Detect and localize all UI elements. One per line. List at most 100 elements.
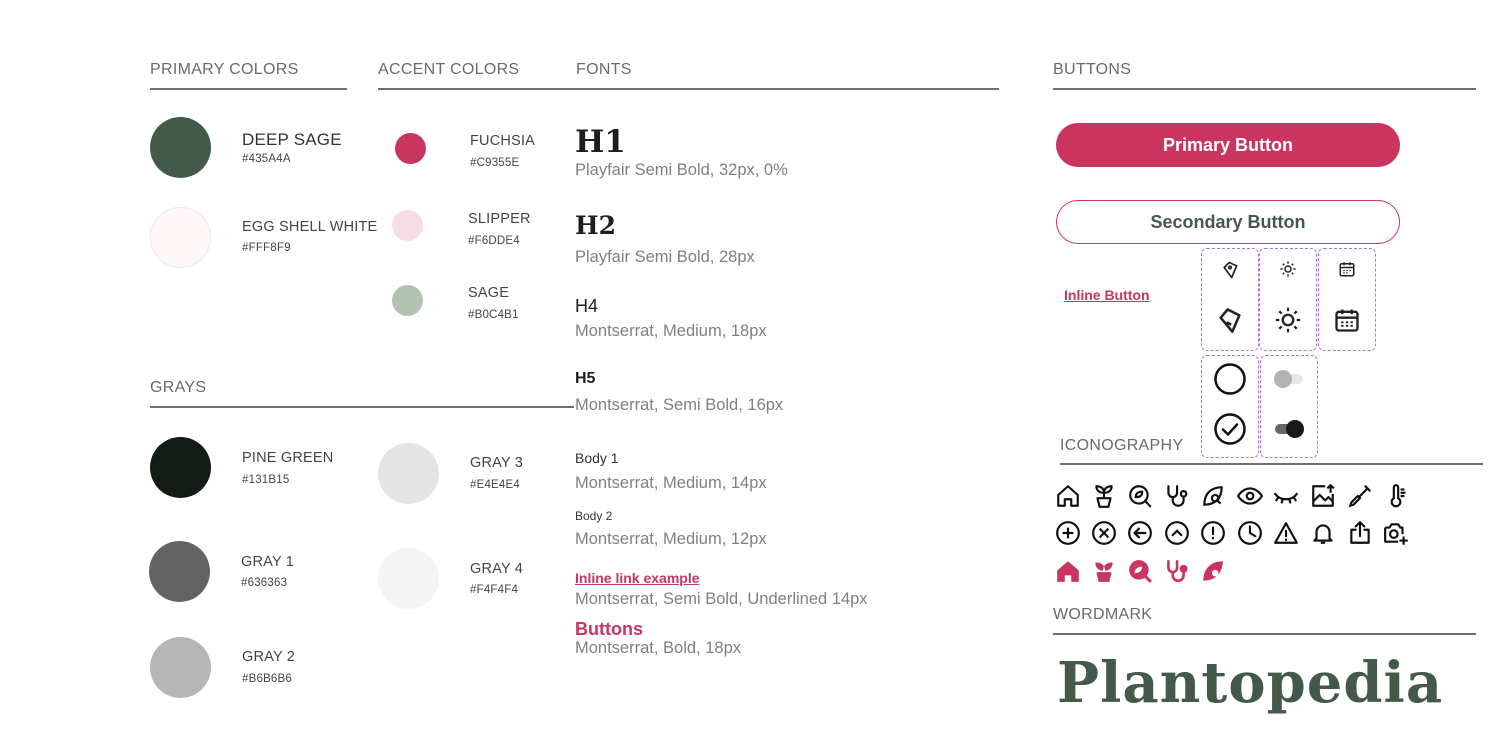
- font-desc-h4: Montserrat, Medium, 18px: [575, 322, 767, 340]
- plant-filled-icon[interactable]: [1091, 558, 1117, 584]
- arrow-up-circle-icon[interactable]: [1164, 520, 1190, 546]
- color-swatch-egg-shell-white: [150, 207, 211, 268]
- section-title-buttons: BUTTONS: [1053, 61, 1132, 78]
- color-hex: #131B15: [242, 474, 290, 486]
- inline-link-example[interactable]: Inline link example: [575, 570, 700, 586]
- divider: [150, 88, 347, 90]
- font-sample-body2: Body 2: [575, 509, 613, 523]
- primary-button[interactable]: Primary Button: [1056, 123, 1400, 167]
- section-title-wordmark: WORDMARK: [1053, 606, 1153, 623]
- font-sample-h5: H5: [575, 370, 596, 387]
- home-filled-icon[interactable]: [1055, 558, 1081, 584]
- color-hex: #435A4A: [242, 153, 291, 165]
- divider: [1060, 463, 1483, 465]
- color-hex: #F4F4F4: [470, 584, 519, 596]
- shovel-icon[interactable]: [1347, 483, 1373, 509]
- color-swatch-pine-green: [150, 437, 211, 498]
- toggle-on[interactable]: [1272, 418, 1306, 445]
- color-hex: #F6DDE4: [468, 235, 520, 247]
- font-desc-h5: Montserrat, Semi Bold, 16px: [575, 396, 784, 414]
- icon-variant-set-calendar: [1318, 248, 1376, 351]
- color-hex: #E4E4E4: [470, 479, 520, 491]
- image-upload-icon[interactable]: [1310, 483, 1336, 509]
- color-hex: #B6B6B6: [242, 673, 292, 685]
- search-leaf-icon[interactable]: [1127, 483, 1153, 509]
- color-swatch-deep-sage: [150, 117, 211, 178]
- color-name: EGG SHELL WHITE: [242, 219, 378, 235]
- home-icon[interactable]: [1055, 483, 1081, 509]
- color-name: PINE GREEN: [242, 450, 334, 466]
- tag-icon[interactable]: [1220, 260, 1240, 285]
- color-name: GRAY 1: [241, 554, 295, 570]
- section-title-primary-colors: PRIMARY COLORS: [150, 61, 299, 78]
- thermometer-icon[interactable]: [1383, 483, 1409, 509]
- color-swatch-gray-4: [378, 548, 439, 609]
- color-name: SAGE: [468, 285, 510, 301]
- color-name: GRAY 3: [470, 455, 524, 471]
- radio-checked-icon[interactable]: [1213, 412, 1247, 451]
- font-desc-link: Montserrat, Semi Bold, Underlined 14px: [575, 590, 868, 608]
- sun-icon[interactable]: [1279, 260, 1297, 283]
- plus-circle-icon[interactable]: [1055, 520, 1081, 546]
- secondary-button[interactable]: Secondary Button: [1056, 200, 1400, 244]
- checkbox-variant-set: [1201, 355, 1259, 458]
- eye-icon[interactable]: [1237, 483, 1263, 509]
- color-hex: #C9355E: [470, 157, 520, 169]
- stethoscope-filled-icon[interactable]: [1163, 558, 1189, 584]
- eye-closed-icon[interactable]: [1273, 483, 1299, 509]
- color-hex: #B0C4B1: [468, 309, 519, 321]
- font-desc-body1: Montserrat, Medium, 14px: [575, 474, 767, 492]
- add-photo-icon[interactable]: [1383, 520, 1409, 546]
- clock-icon[interactable]: [1237, 520, 1263, 546]
- divider: [150, 406, 574, 408]
- font-desc-buttons: Montserrat, Bold, 18px: [575, 639, 741, 657]
- alert-circle-icon[interactable]: [1200, 520, 1226, 546]
- calendar-icon[interactable]: [1338, 260, 1356, 283]
- divider: [378, 88, 999, 90]
- tag-icon-large[interactable]: [1216, 306, 1244, 339]
- sun-icon-large[interactable]: [1274, 306, 1302, 339]
- leaf-search-filled-icon[interactable]: [1200, 558, 1226, 584]
- font-desc-h1: Playfair Semi Bold, 32px, 0%: [575, 161, 788, 179]
- color-swatch-gray-3: [378, 443, 439, 504]
- leaf-search-icon[interactable]: [1200, 483, 1226, 509]
- font-sample-body1: Body 1: [575, 450, 619, 466]
- toggle-off[interactable]: [1272, 368, 1306, 395]
- color-swatch-slipper: [392, 210, 423, 241]
- stethoscope-icon[interactable]: [1163, 483, 1189, 509]
- share-icon[interactable]: [1347, 520, 1373, 546]
- color-hex: #FFF8F9: [242, 242, 291, 254]
- color-name: SLIPPER: [468, 211, 531, 227]
- color-swatch-fuchsia: [395, 133, 426, 164]
- font-sample-buttons: Buttons: [575, 619, 643, 639]
- font-sample-h2: H2: [575, 211, 617, 240]
- icon-variant-set-tag: [1201, 248, 1259, 351]
- color-name: GRAY 2: [242, 649, 296, 665]
- section-title-fonts: FONTS: [576, 61, 632, 78]
- search-filled-icon[interactable]: [1127, 558, 1153, 584]
- divider: [1053, 633, 1476, 635]
- icon-variant-set-sun: [1259, 248, 1317, 351]
- radio-unchecked-icon[interactable]: [1213, 362, 1247, 401]
- section-title-iconography: ICONOGRAPHY: [1060, 437, 1184, 454]
- color-swatch-gray-2: [150, 637, 211, 698]
- color-swatch-gray-1: [149, 541, 210, 602]
- color-name: DEEP SAGE: [242, 130, 342, 149]
- bell-icon[interactable]: [1310, 520, 1336, 546]
- calendar-icon-large[interactable]: [1333, 306, 1361, 339]
- color-hex: #636363: [241, 577, 288, 589]
- font-sample-h4: H4: [575, 296, 599, 316]
- inline-button[interactable]: Inline Button: [1064, 287, 1150, 303]
- divider: [1053, 88, 1476, 90]
- font-desc-h2: Playfair Semi Bold, 28px: [575, 248, 755, 266]
- warning-icon[interactable]: [1273, 520, 1299, 546]
- arrow-left-circle-icon[interactable]: [1127, 520, 1153, 546]
- section-title-grays: GRAYS: [150, 379, 207, 396]
- toggle-variant-set: [1260, 355, 1318, 458]
- plant-icon[interactable]: [1091, 483, 1117, 509]
- section-title-accent-colors: ACCENT COLORS: [378, 61, 520, 78]
- color-name: FUCHSIA: [470, 133, 536, 149]
- x-circle-icon[interactable]: [1091, 520, 1117, 546]
- font-sample-h1: H1: [575, 124, 626, 160]
- color-swatch-sage: [392, 285, 423, 316]
